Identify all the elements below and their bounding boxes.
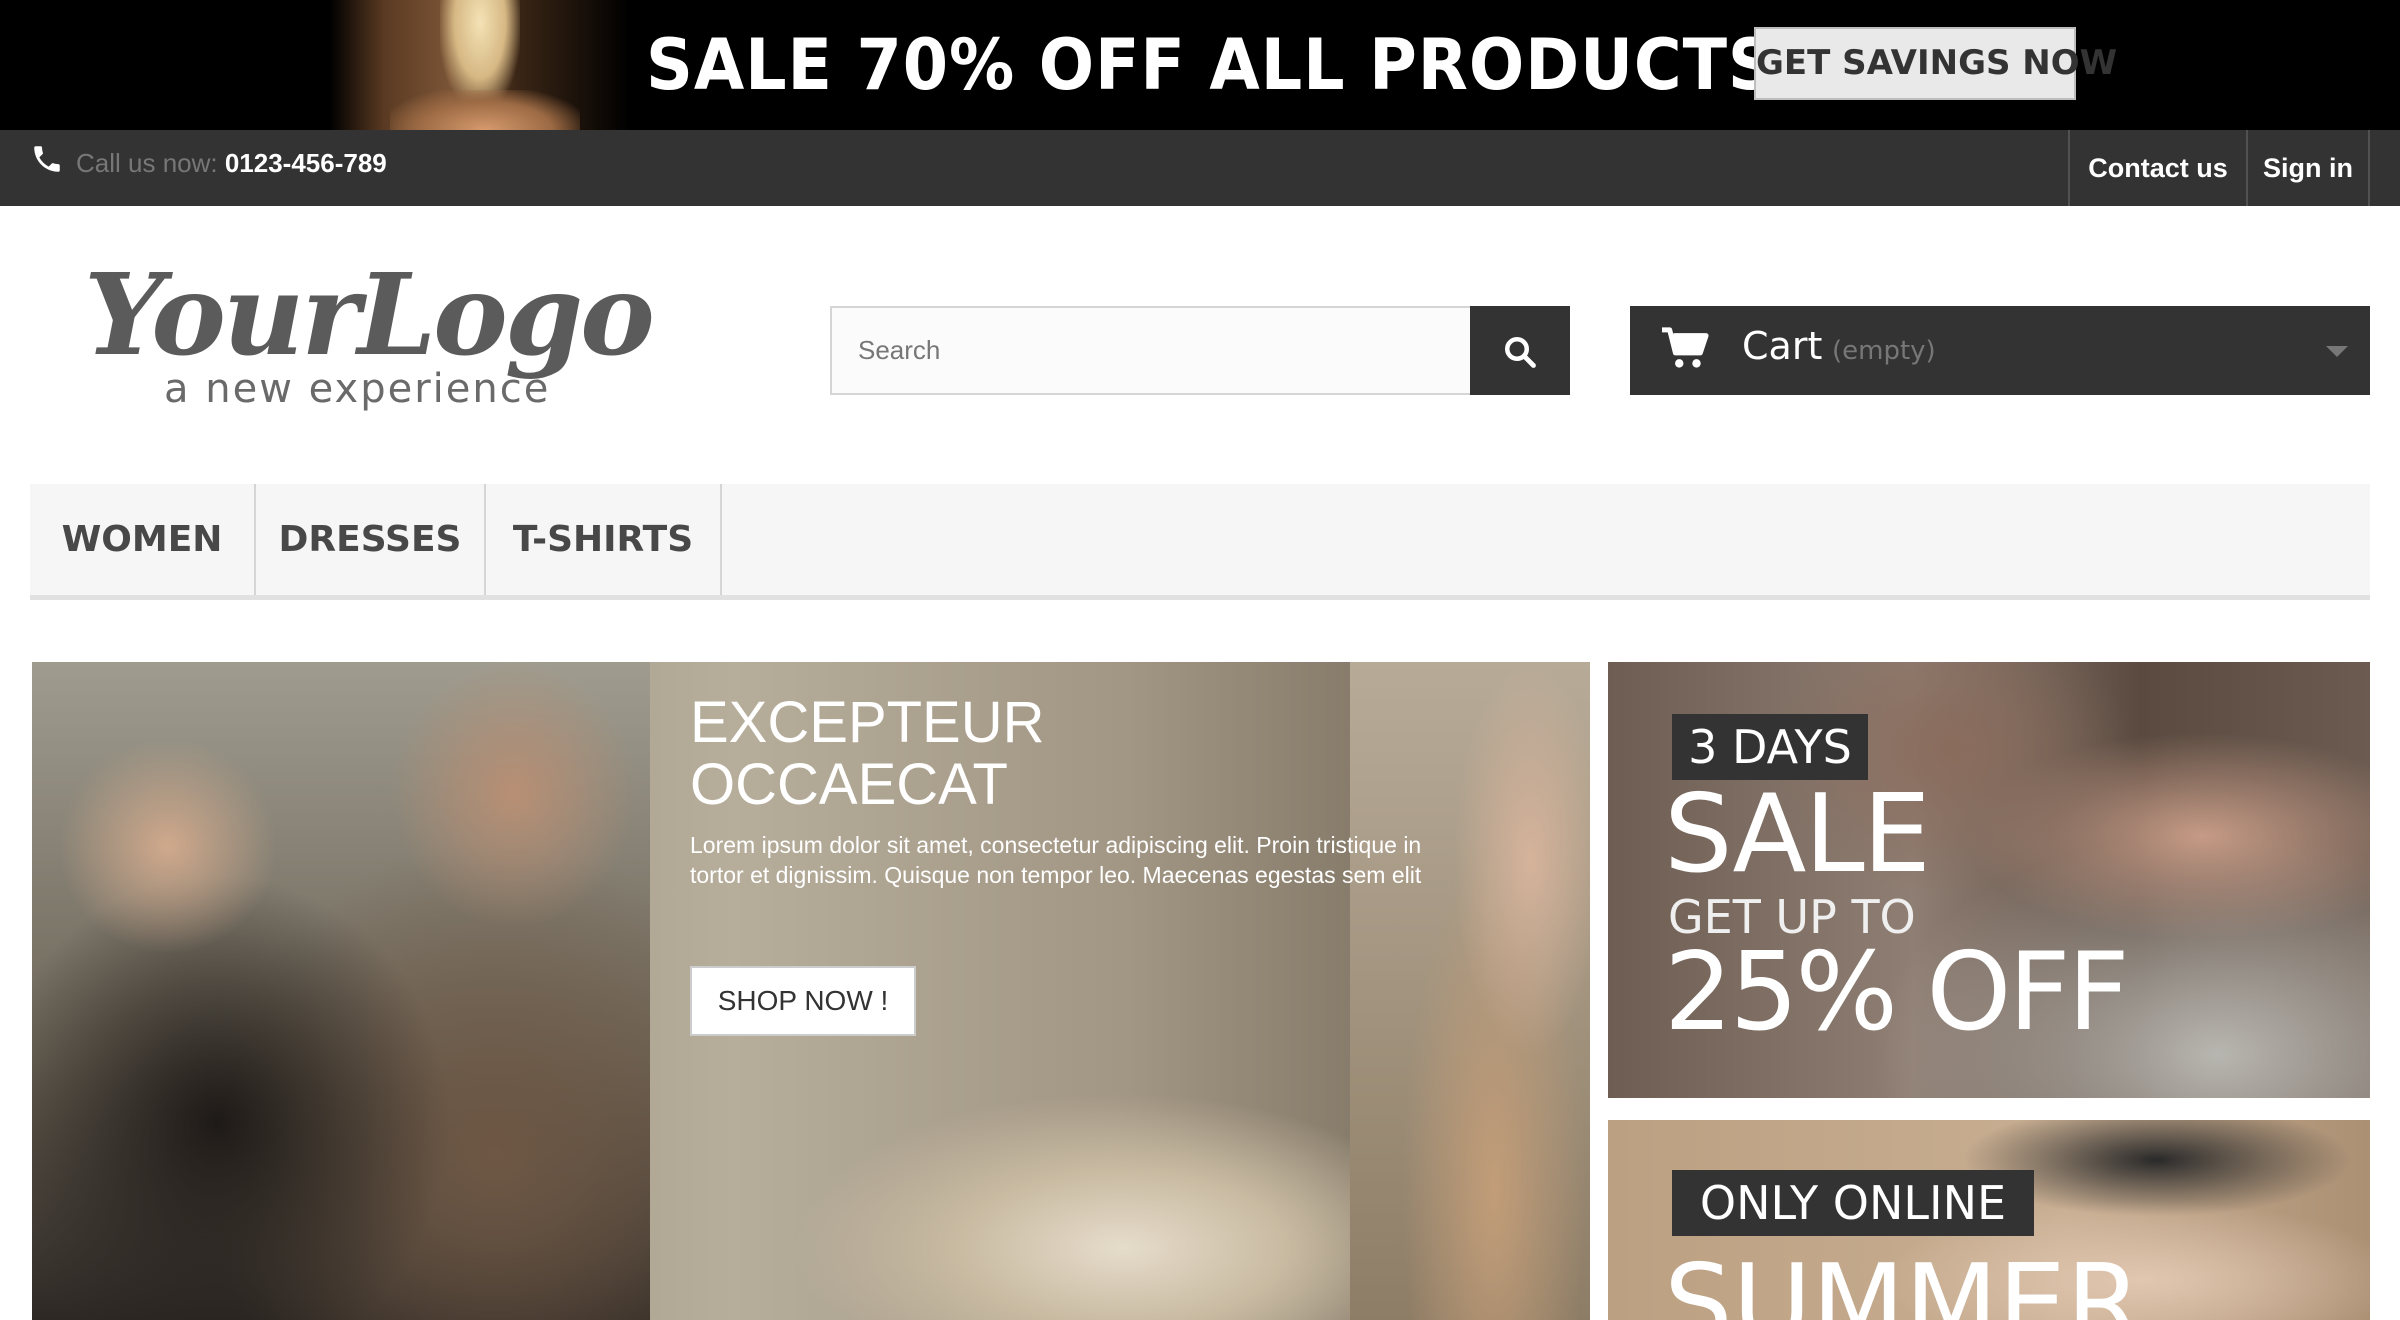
shopping-cart-icon [1662,327,1709,368]
get-savings-button[interactable]: GET SAVINGS NOW [1754,27,2117,100]
menu-item-dresses[interactable]: DRESSES [256,484,486,595]
promo-headline: SALE [1664,772,1931,897]
shop-now-button[interactable]: SHOP NOW ! [690,966,916,1036]
promo-tag: ONLY ONLINE [1672,1170,2034,1236]
contact-us-link[interactable]: Contact us [2068,130,2246,206]
menu-item-tshirts[interactable]: T-SHIRTS [486,484,722,595]
site-logo[interactable]: YourLogo a new experience [84,250,655,420]
promo-banner[interactable]: SALE 70% OFF ALL PRODUCTS GET SAVINGS NO… [0,0,2400,130]
hero-slider[interactable]: EXCEPTEUR OCCAECAT Lorem ipsum dolor sit… [32,662,1590,1320]
hero-woman-image [1350,662,1590,1320]
cart-dropdown[interactable]: Cart (empty) [1630,306,2370,395]
logo-tagline: a new experience [164,366,551,412]
promo-model-image [330,0,630,130]
hero-couple-image [32,662,650,1320]
cart-status: (empty) [1832,336,1936,366]
promo-model-body [390,90,580,130]
call-us-label: Call us now: [76,148,225,178]
hero-title: EXCEPTEUR OCCAECAT [690,690,1045,817]
chevron-down-icon [2326,346,2348,357]
promo-title: SALE 70% OFF ALL PRODUCTS [646,24,1776,106]
phone-icon [34,146,60,172]
phone-number: 0123-456-789 [224,148,387,178]
category-menu: WOMEN DRESSES T-SHIRTS [30,484,2370,600]
search-input[interactable] [830,306,1472,395]
call-us-text: Call us now: 0123-456-789 [76,148,387,179]
promo-offer: 25% OFF [1664,930,2130,1055]
summer-promo-banner[interactable]: ONLY ONLINE SUMMER [1608,1120,2370,1320]
promo-tag: 3 DAYS [1672,714,1868,780]
hero-description: Lorem ipsum dolor sit amet, consectetur … [690,832,1422,888]
sign-in-link[interactable]: Sign in [2246,130,2370,206]
menu-item-women[interactable]: WOMEN [30,484,256,595]
promo-headline: SUMMER [1664,1242,2142,1320]
search-icon [1505,337,1536,368]
logo-script-text: YourLogo [84,250,655,381]
sale-promo-banner[interactable]: 3 DAYS SALE GET UP TO 25% OFF [1608,662,2370,1098]
cart-label: Cart [1742,324,1823,368]
search-button[interactable] [1470,306,1570,395]
